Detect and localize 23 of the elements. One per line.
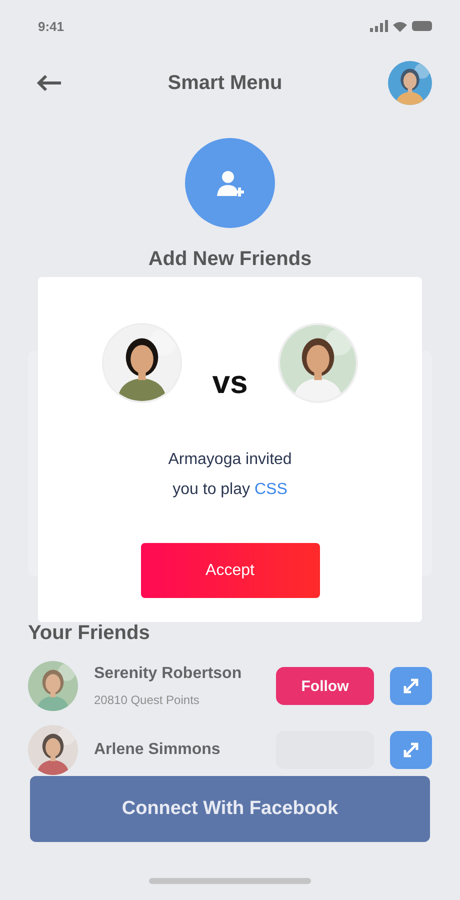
expand-icon	[402, 677, 420, 695]
share-button[interactable]	[390, 667, 432, 705]
section-title: Your Friends	[28, 622, 151, 645]
share-button[interactable]	[390, 731, 432, 769]
facebook-button[interactable]: Connect With Facebook	[30, 776, 430, 842]
follow-button[interactable]: Follow	[276, 667, 374, 705]
invite-message: Armayoga invited you to play CSS	[168, 450, 292, 500]
back-arrow-icon[interactable]	[36, 74, 62, 92]
friend-points: 20810 Quest Points	[94, 693, 200, 707]
screen-title: Smart Menu	[168, 72, 282, 94]
battery-icon	[412, 21, 432, 31]
accept-button[interactable]: Accept	[140, 543, 320, 598]
versus-label: vs	[212, 364, 248, 400]
profile-avatar	[388, 61, 432, 105]
signal-icon	[370, 20, 388, 32]
expand-icon	[402, 741, 420, 759]
add-friends-label: Add New Friends	[147, 248, 313, 271]
status-time: 9:41	[38, 18, 64, 34]
friend-name: Arlene Simmons	[94, 741, 222, 759]
friend-name: Serenity Robertson	[94, 665, 243, 683]
wifi-icon	[393, 20, 407, 32]
person-add-icon	[215, 168, 245, 198]
game-link[interactable]: CSS	[254, 481, 288, 498]
